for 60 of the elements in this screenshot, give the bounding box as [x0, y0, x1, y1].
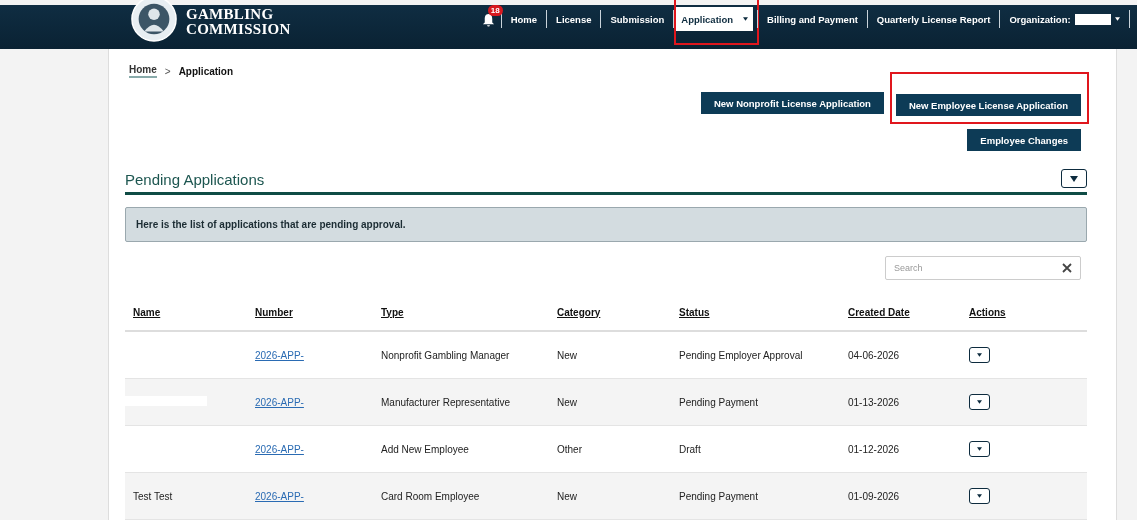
table-cell: Manufacturer Representative	[381, 396, 510, 408]
row-actions-dropdown[interactable]	[969, 488, 990, 504]
row-actions-dropdown[interactable]	[969, 441, 990, 457]
number-link[interactable]: 2026-APP-	[255, 396, 304, 408]
number-link[interactable]: 2026-APP-	[255, 349, 304, 361]
nav-link[interactable]: Submission	[605, 8, 670, 30]
nav-link[interactable]: Quarterly License Report	[871, 8, 996, 30]
table-cell: Pending Employer Approval	[679, 349, 803, 361]
column-header[interactable]: Created Date	[848, 306, 910, 318]
table-cell: Other	[557, 443, 582, 455]
action-button[interactable]: New Employee License Application	[895, 94, 1081, 116]
table-cell: Pending Payment	[679, 490, 758, 502]
caret-icon	[977, 400, 982, 404]
caret-icon	[743, 17, 749, 21]
table-cell: Test Test	[133, 490, 173, 502]
info-notice: Here is the list of applications that are pending approval.	[125, 207, 1087, 242]
column-header[interactable]: Actions	[969, 306, 1006, 318]
table-cell: 04-06-2026	[848, 349, 900, 361]
clear-icon[interactable]	[1062, 263, 1072, 273]
redaction-block	[1074, 13, 1111, 25]
column-header[interactable]: Category	[557, 306, 601, 318]
table-cell: Draft	[679, 443, 701, 455]
caret-icon	[977, 447, 982, 451]
column-header[interactable]: Number	[255, 306, 293, 318]
table-cell: New	[557, 396, 577, 408]
collapse-toggle[interactable]	[1061, 169, 1087, 188]
table-cell: New	[557, 349, 577, 361]
row-actions-dropdown[interactable]	[969, 394, 990, 410]
caret-icon	[977, 494, 982, 498]
table-cell: Pending Payment	[679, 396, 758, 408]
nav-link[interactable]: Application	[676, 7, 754, 31]
breadcrumb-current: Application	[178, 65, 234, 77]
number-link[interactable]: 2026-APP-	[255, 443, 304, 455]
nav-link[interactable]: License	[551, 8, 597, 30]
action-button[interactable]: New Nonprofit License Application	[700, 92, 884, 114]
column-header[interactable]: Type	[381, 306, 404, 318]
column-header[interactable]: Name	[133, 306, 161, 318]
nav-link[interactable]: Billing and Payment	[762, 8, 863, 30]
breadcrumb-link[interactable]: Home	[129, 64, 157, 78]
table-cell: 01-13-2026	[848, 396, 900, 408]
action-button[interactable]: Employee Changes	[967, 129, 1081, 151]
nav-label[interactable]: Organization:	[1009, 13, 1071, 25]
caret-icon	[1070, 175, 1078, 182]
search-field[interactable]: Search	[885, 256, 1081, 280]
row-actions-dropdown[interactable]	[969, 347, 990, 363]
table-cell: 01-09-2026	[848, 490, 900, 502]
breadcrumb-separator: >	[164, 65, 171, 77]
table-cell: Nonprofit Gambling Manager	[381, 349, 510, 361]
brand-name: GAMBLING COMMISSION	[186, 7, 291, 37]
caret-icon	[977, 353, 982, 357]
section-title: Pending Applications	[125, 171, 265, 188]
nav-link[interactable]: Home	[505, 8, 543, 30]
column-header[interactable]: Status	[679, 306, 710, 318]
number-link[interactable]: 2026-APP-	[255, 490, 304, 502]
table-cell: 01-12-2026	[848, 443, 900, 455]
table-cell: Card Room Employee	[381, 490, 480, 502]
caret-icon[interactable]	[1114, 17, 1120, 21]
notification-badge: 18	[487, 5, 503, 16]
table-cell: New	[557, 490, 577, 502]
table-cell: Add New Employee	[381, 443, 469, 455]
